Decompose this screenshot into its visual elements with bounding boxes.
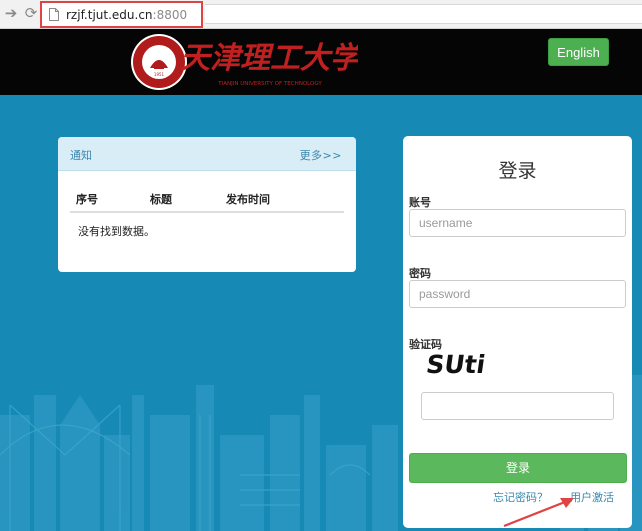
annotation-arrow-icon: [503, 498, 574, 528]
browser-address-bar: ➔ ⟳ rzjf.tjut.edu.cn:8800: [0, 0, 642, 29]
captcha-image[interactable]: SUti: [427, 346, 485, 380]
english-button[interactable]: English: [548, 38, 609, 66]
login-panel: 登录 账号 username 密码 password 验证码 SUti 登录 忘…: [403, 136, 632, 528]
url-host: rzjf.tjut.edu.cn: [66, 8, 153, 22]
username-input[interactable]: username: [409, 209, 626, 237]
account-label: 账号: [409, 196, 431, 209]
password-input[interactable]: password: [409, 280, 626, 308]
password-label: 密码: [409, 267, 431, 280]
url-port: :8800: [152, 8, 188, 22]
logo-wordmark: 天津理工大学: [180, 41, 358, 76]
notice-more-link[interactable]: 更多>>: [300, 147, 342, 163]
column-header-publish-time: 发布时间: [226, 193, 270, 206]
column-header-index: 序号: [76, 193, 98, 206]
username-placeholder: username: [419, 216, 473, 230]
password-placeholder: password: [419, 287, 471, 301]
notice-table-header: 序号 标题 发布时间: [70, 185, 344, 213]
url-bar-remainder[interactable]: [205, 4, 642, 24]
notice-empty-message: 没有找到数据。: [78, 225, 155, 238]
login-button[interactable]: 登录: [409, 453, 627, 483]
university-logo: 1951 天津理工大学 TIANJIN UNIVERSITY OF TECHNO…: [131, 34, 358, 90]
url-field[interactable]: rzjf.tjut.edu.cn:8800: [40, 1, 203, 28]
university-seal-icon: 1951: [131, 34, 187, 90]
reload-icon[interactable]: ⟳: [22, 4, 40, 22]
column-header-title: 标题: [150, 193, 172, 206]
notice-title: 通知: [70, 149, 92, 162]
captcha-text: SUti: [427, 350, 485, 379]
site-header: 1951 天津理工大学 TIANJIN UNIVERSITY OF TECHNO…: [0, 29, 642, 95]
svg-text:1951: 1951: [154, 72, 165, 77]
login-title: 登录: [498, 160, 537, 182]
captcha-input[interactable]: [421, 392, 614, 420]
logo-subtitle: TIANJIN UNIVERSITY OF TECHNOLOGY: [217, 81, 322, 87]
page-icon: [49, 8, 59, 21]
notice-header: 通知 更多>>: [58, 137, 356, 171]
notice-panel: 通知 更多>> 序号 标题 发布时间 没有找到数据。: [58, 137, 356, 272]
url-text: rzjf.tjut.edu.cn:8800: [66, 8, 187, 22]
arrow-right-icon[interactable]: ➔: [2, 4, 20, 22]
